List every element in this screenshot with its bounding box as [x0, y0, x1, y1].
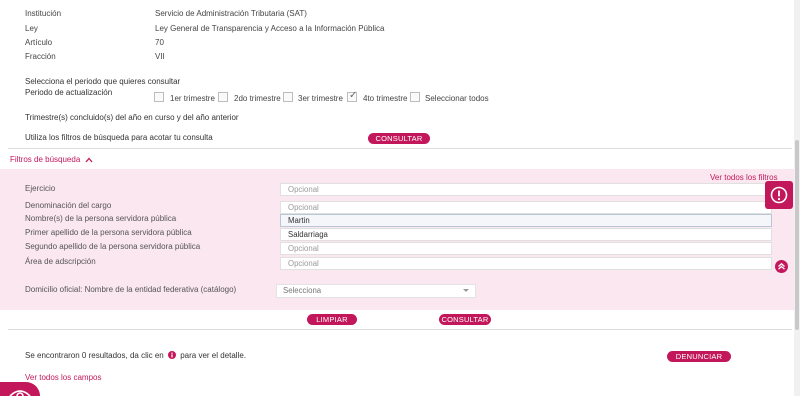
checkbox-4to-trimestre[interactable]	[347, 90, 357, 102]
filter-label-segundo-apellido: Segundo apellido de la persona servidora…	[25, 242, 201, 251]
period-label: Periodo de actualización	[25, 88, 113, 97]
consult-button[interactable]: CONSULTAR	[368, 133, 430, 144]
filter-label-area: Área de adscripción	[25, 257, 96, 266]
filter-input-ejercicio[interactable]: Opcional	[280, 183, 772, 196]
caret-down-icon	[463, 289, 469, 292]
chevron-up-icon	[778, 262, 785, 270]
period-note: Trimestre(s) concluido(s) del año en cur…	[25, 113, 239, 122]
checkbox-label-3er-trimestre: 3er trimestre	[298, 94, 343, 103]
results-summary: Se encontraron 0 resultados, da clic en …	[25, 351, 246, 360]
divider-bottom	[8, 329, 792, 330]
checkbox-3er-trimestre[interactable]	[283, 92, 293, 102]
info-icon	[167, 351, 176, 359]
filter-label-primer-apellido: Primer apellido de la persona servidora …	[25, 228, 192, 237]
filters-toggle-label: Filtros de búsqueda	[10, 155, 81, 164]
filter-input-denominacion[interactable]: Opcional	[280, 201, 772, 214]
filter-label-ejercicio: Ejercicio	[25, 184, 56, 193]
divider-top	[8, 148, 792, 149]
results-text-after: para ver el detalle.	[180, 351, 247, 360]
exclamation-icon	[770, 186, 788, 204]
filter-input-nombre[interactable]: Martin	[280, 214, 772, 227]
filter-label-domicilio: Domicilio oficial: Nombre de la entidad …	[25, 285, 237, 294]
checkbox-label-4to-trimestre: 4to trimestre	[363, 94, 408, 103]
checkbox-label-2do-trimestre: 2do trimestre	[234, 94, 281, 103]
accessibility-button[interactable]	[0, 382, 40, 396]
info-value-fraccion: VII	[155, 52, 165, 61]
domicilio-select[interactable]: Selecciona	[276, 284, 476, 298]
filter-input-area[interactable]: Opcional	[280, 257, 772, 270]
report-button[interactable]: DENUNCIAR	[667, 351, 731, 362]
domicilio-select-value: Selecciona	[283, 286, 322, 295]
filter-input-primer-apellido[interactable]: Saldarriaga	[280, 228, 772, 241]
info-label-fraccion: Fracción	[25, 52, 56, 61]
eye-icon	[9, 390, 31, 396]
filter-label-nombre: Nombre(s) de la persona servidora públic…	[25, 214, 177, 223]
info-label-articulo: Artículo	[25, 38, 53, 47]
alert-button[interactable]	[765, 181, 793, 209]
period-prompt: Selecciona el periodo que quieres consul…	[25, 77, 181, 86]
checkbox-label-1er-trimestre: 1er trimestre	[170, 94, 215, 103]
chevron-up-icon	[85, 157, 92, 163]
scrollbar-thumb[interactable]	[795, 140, 799, 330]
clear-button[interactable]: LIMPIAR	[307, 314, 357, 325]
info-label-ley: Ley	[25, 24, 38, 33]
filter-input-segundo-apellido[interactable]: Opcional	[280, 242, 772, 255]
checkbox-label-seleccionar-todos: Seleccionar todos	[425, 94, 489, 103]
checkbox-1er-trimestre[interactable]	[154, 92, 164, 102]
info-value-institucion: Servicio de Administración Tributaria (S…	[155, 9, 307, 18]
checkbox-2do-trimestre[interactable]	[218, 92, 228, 102]
page-scrollbar[interactable]	[794, 0, 800, 396]
scroll-up-button[interactable]	[775, 260, 788, 273]
filters-consult-button[interactable]: CONSULTAR	[439, 314, 491, 325]
checkbox-seleccionar-todos[interactable]	[410, 92, 420, 102]
filter-label-denominacion: Denominación del cargo	[25, 201, 112, 210]
info-label-institucion: Institución	[25, 9, 62, 18]
results-text-before: Se encontraron 0 resultados, da clic en	[25, 351, 164, 360]
filters-toggle[interactable]: Filtros de búsqueda	[10, 155, 93, 164]
consult-hint: Utiliza los filtros de búsqueda para aco…	[25, 133, 213, 142]
info-value-articulo: 70	[155, 38, 164, 47]
info-value-ley: Ley General de Transparencia y Acceso a …	[155, 24, 385, 33]
see-all-fields-link[interactable]: Ver todos los campos	[25, 373, 101, 382]
